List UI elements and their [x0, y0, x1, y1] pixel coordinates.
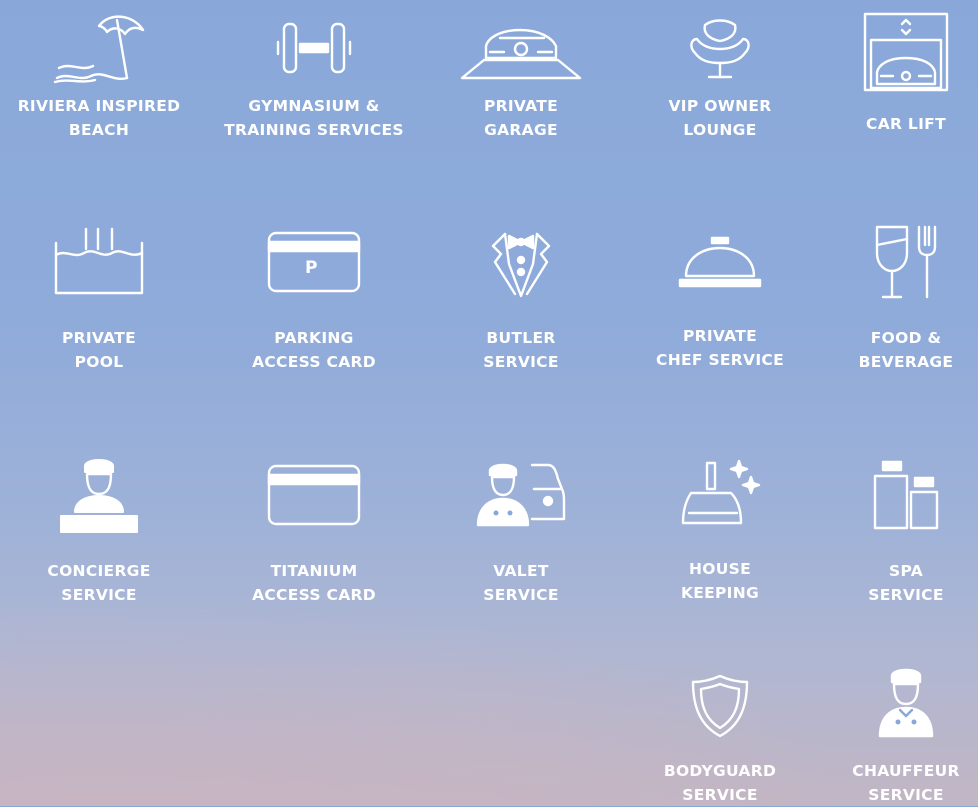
- label-line-2: SERVICE: [61, 586, 137, 604]
- label-line-1: PRIVATE: [61, 329, 137, 347]
- label-line-1: FOOD &: [870, 329, 942, 347]
- label-line-2: BEACH: [68, 121, 130, 139]
- parking-card-letter: P: [305, 258, 318, 278]
- cloche-icon: [620, 214, 820, 310]
- label-line-2: LOUNGE: [683, 121, 757, 139]
- amenity-label: VALET SERVICE: [421, 559, 621, 607]
- chauffeur-icon: [806, 655, 978, 751]
- spa-bottles-icon: [806, 447, 978, 543]
- amenity-label: PARKING ACCESS CARD: [214, 326, 414, 374]
- label-line-1: RIVIERA INSPIRED: [17, 97, 181, 115]
- label-line-2: SERVICE: [682, 786, 758, 804]
- wine-fork-icon: [806, 214, 978, 310]
- butler-tuxedo-icon: [421, 214, 621, 310]
- label-line-1: GYMNASIUM &: [248, 97, 380, 115]
- amenity-label: PRIVATE GARAGE: [421, 94, 621, 142]
- label-line-1: CONCIERGE: [47, 562, 151, 580]
- label-line-2: ACCESS CARD: [252, 353, 376, 371]
- amenity-label: CAR LIFT: [806, 112, 978, 136]
- dumbbell-icon: [214, 0, 414, 96]
- amenity-label: CHAUFFEUR SERVICE: [806, 759, 978, 807]
- car-lift-icon: [806, 4, 978, 100]
- amenity-label: BODYGUARD SERVICE: [620, 759, 820, 807]
- label-line-2: BEVERAGE: [858, 353, 954, 371]
- label-line-2: TRAINING SERVICES: [224, 121, 404, 139]
- amenity-label: RIVIERA INSPIRED BEACH: [0, 94, 199, 142]
- shield-icon: [620, 658, 820, 754]
- label-line-2: SERVICE: [868, 586, 944, 604]
- label-line-2: SERVICE: [868, 786, 944, 804]
- label-line-1: CHAUFFEUR: [852, 762, 960, 780]
- label-line-1: TITANIUM: [270, 562, 358, 580]
- label-line-1: PARKING: [274, 329, 354, 347]
- amenity-label: HOUSE KEEPING: [620, 557, 820, 605]
- label-line-2: SERVICE: [483, 586, 559, 604]
- label-line-1: BUTLER: [486, 329, 556, 347]
- amenity-label: CONCIERGE SERVICE: [0, 559, 199, 607]
- amenity-label: PRIVATE CHEF SERVICE: [620, 324, 820, 372]
- label-line-1: CAR LIFT: [866, 115, 946, 133]
- amenity-label: TITANIUM ACCESS CARD: [214, 559, 414, 607]
- amenity-label: PRIVATE POOL: [0, 326, 199, 374]
- pool-icon: [0, 214, 199, 310]
- label-line-1: BODYGUARD: [663, 762, 777, 780]
- amenity-label: SPA SERVICE: [806, 559, 978, 607]
- label-line-2: KEEPING: [680, 584, 760, 602]
- access-card-icon: [214, 447, 414, 543]
- dustpan-sparkle-icon: [620, 445, 820, 541]
- label-line-2: POOL: [74, 353, 124, 371]
- label-line-1: PRIVATE: [483, 97, 559, 115]
- amenity-label: GYMNASIUM & TRAINING SERVICES: [214, 94, 414, 142]
- amenity-label: BUTLER SERVICE: [421, 326, 621, 374]
- valet-car-icon: [421, 447, 621, 543]
- label-line-1: PRIVATE: [682, 327, 758, 345]
- label-line-1: HOUSE: [689, 560, 751, 578]
- amenity-label: VIP OWNER LOUNGE: [620, 94, 820, 142]
- car-garage-icon: [421, 0, 621, 96]
- label-line-1: SPA: [889, 562, 923, 580]
- label-line-1: VALET: [493, 562, 549, 580]
- label-line-2: ACCESS CARD: [252, 586, 376, 604]
- amenity-label: FOOD & BEVERAGE: [806, 326, 978, 374]
- lounge-chair-icon: [620, 0, 820, 96]
- concierge-icon: [0, 447, 199, 543]
- label-line-2: CHEF SERVICE: [656, 351, 784, 369]
- label-line-2: SERVICE: [483, 353, 559, 371]
- beach-umbrella-icon: [0, 0, 199, 96]
- label-line-2: GARAGE: [484, 121, 558, 139]
- label-line-1: VIP OWNER: [668, 97, 772, 115]
- parking-card-icon: P: [214, 214, 414, 310]
